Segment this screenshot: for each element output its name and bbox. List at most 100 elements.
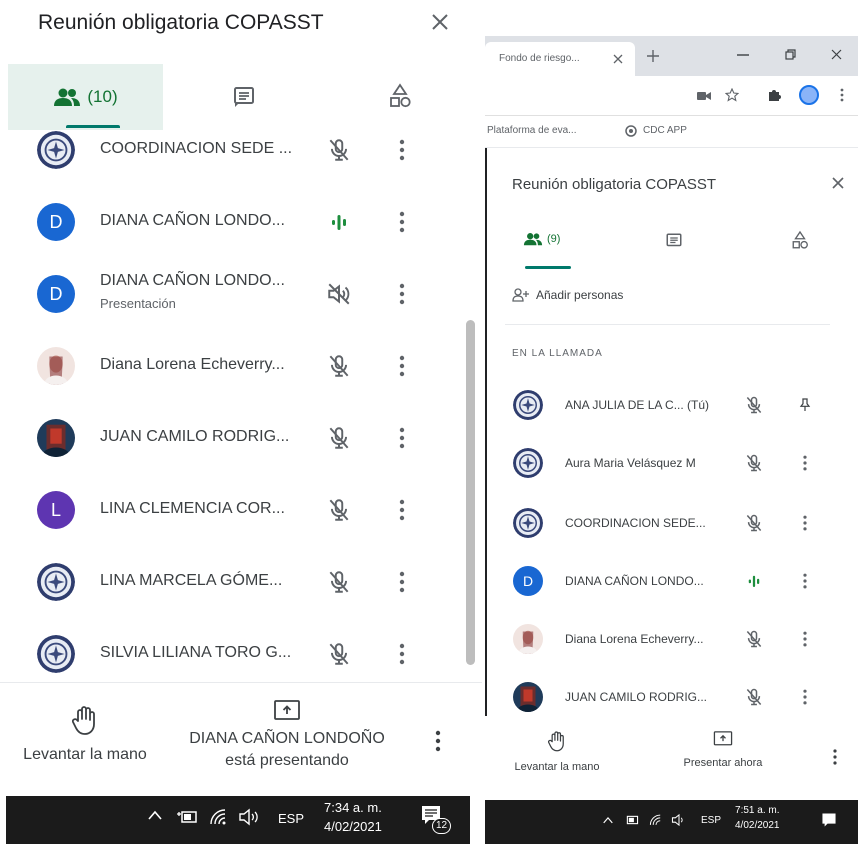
tab-people[interactable]: (10)	[8, 64, 163, 130]
show-hidden-icons[interactable]	[603, 816, 613, 824]
add-people-button[interactable]: Añadir personas	[512, 288, 623, 302]
participant-row[interactable]: COORDINACION SEDE...	[485, 494, 858, 552]
participant-row[interactable]: D DIANA CAÑON LONDO...	[485, 552, 858, 610]
close-button[interactable]	[829, 174, 847, 192]
mic-off-icon	[329, 355, 349, 377]
mic-off-icon	[746, 396, 762, 414]
wifi-icon[interactable]	[209, 808, 229, 826]
close-icon	[432, 14, 448, 30]
battery-icon[interactable]	[176, 809, 198, 825]
participant-audio-status	[325, 640, 353, 668]
participant-more-button[interactable]	[392, 352, 412, 380]
mic-off-icon	[746, 688, 762, 706]
battery-icon[interactable]	[623, 814, 639, 826]
bookmark-item[interactable]: CDC APP	[643, 125, 687, 136]
mic-off-icon	[329, 643, 349, 665]
raise-hand-label: Levantar la mano	[514, 761, 600, 773]
input-language[interactable]: ESP	[701, 815, 721, 826]
more-options-button[interactable]	[827, 746, 843, 768]
volume-icon[interactable]	[671, 813, 687, 827]
clock-time: 7:51 a. m.	[735, 805, 780, 816]
tab-activities[interactable]	[791, 230, 809, 257]
participant-more-button[interactable]	[797, 686, 813, 708]
institution-seal-icon	[37, 635, 75, 673]
raise-hand-icon	[71, 706, 95, 735]
participant-name: Diana Lorena Echeverry...	[565, 632, 704, 646]
participant-row[interactable]: Diana Lorena Echeverry...	[485, 610, 858, 668]
participant-row[interactable]: D DIANA CAÑON LONDO... Presentación	[0, 258, 460, 330]
profile-avatar[interactable]	[799, 85, 819, 105]
restore-icon[interactable]	[785, 49, 796, 60]
present-now-label: Presentar ahora	[683, 757, 763, 769]
raise-hand-button[interactable]: Levantar la mano	[10, 705, 160, 764]
participant-row[interactable]: ANA JULIA DE LA C... (Tú)	[485, 376, 858, 434]
people-count: (9)	[547, 233, 561, 245]
participant-audio-status	[325, 568, 353, 596]
participant-more-button[interactable]	[797, 512, 813, 534]
participant-row[interactable]: JUAN CAMILO RODRIG...	[0, 402, 460, 474]
windows-taskbar: ESP 7:34 a. m. 4/02/2021 12	[6, 796, 470, 844]
institution-seal-icon	[37, 131, 75, 169]
tab-activities[interactable]	[378, 64, 422, 130]
notification-center-button[interactable]: 12	[420, 804, 452, 834]
volume-icon[interactable]	[238, 808, 260, 826]
minimize-icon[interactable]	[737, 54, 749, 56]
participant-row[interactable]: Aura Maria Velásquez M	[485, 434, 858, 492]
left-meet-panel: Reunión obligatoria COPASST (10) COORDIN…	[0, 0, 482, 844]
taskbar-clock[interactable]: 7:34 a. m. 4/02/2021	[324, 800, 382, 834]
participant-row[interactable]: COORDINACION SEDE ...	[0, 130, 460, 186]
notification-center-button[interactable]	[821, 812, 837, 828]
participant-more-button[interactable]	[797, 570, 813, 592]
participant-row[interactable]: D DIANA CAÑON LONDO...	[0, 186, 460, 258]
participant-more-button[interactable]	[392, 640, 412, 668]
participant-more-button[interactable]	[392, 424, 412, 452]
participant-name: LINA CLEMENCIA COR...	[100, 500, 285, 517]
presenting-indicator[interactable]: DIANA CAÑON LONDOÑO está presentando	[172, 699, 402, 772]
participant-more-button[interactable]	[392, 280, 412, 308]
close-button[interactable]	[428, 10, 452, 34]
windows-taskbar: ESP 7:51 a. m. 4/02/2021	[485, 800, 858, 844]
participant-row[interactable]: L LINA CLEMENCIA COR...	[0, 474, 460, 546]
window-close-icon[interactable]	[831, 49, 842, 60]
participant-more-button[interactable]	[797, 628, 813, 650]
tab-chat[interactable]	[222, 64, 266, 130]
browser-tab[interactable]: Fondo de riesgo...	[485, 42, 635, 76]
participant-more-button[interactable]	[797, 452, 813, 474]
show-hidden-icons[interactable]	[148, 810, 162, 820]
new-tab-icon[interactable]	[647, 50, 659, 62]
participant-row[interactable]: LINA MARCELA GÓME...	[0, 546, 460, 618]
scrollbar[interactable]	[466, 320, 475, 665]
section-heading: EN LA LLAMADA	[512, 348, 603, 359]
camera-icon[interactable]	[697, 91, 711, 101]
participant-name: DIANA CAÑON LONDO...	[100, 212, 285, 229]
participant-row[interactable]: SILVIA LILIANA TORO G...	[0, 618, 460, 682]
avatar-letter: D	[522, 573, 534, 589]
participant-more-button[interactable]	[392, 208, 412, 236]
participant-list[interactable]: COORDINACION SEDE ... D DIANA CAÑON LONDO.…	[0, 130, 482, 682]
more-vert-icon	[399, 499, 405, 521]
taskbar-clock[interactable]: 7:51 a. m. 4/02/2021	[735, 805, 780, 831]
pin-participant-button[interactable]	[797, 394, 813, 416]
participant-more-button[interactable]	[392, 568, 412, 596]
participant-more-button[interactable]	[392, 496, 412, 524]
participant-more-button[interactable]	[392, 136, 412, 164]
more-vert-icon	[803, 631, 807, 647]
input-language[interactable]: ESP	[278, 811, 304, 826]
tab-chat[interactable]	[665, 232, 683, 255]
extensions-icon[interactable]	[767, 88, 781, 102]
clock-date: 4/02/2021	[324, 819, 382, 834]
participant-row[interactable]: Diana Lorena Echeverry...	[0, 330, 460, 402]
more-options-button[interactable]	[428, 727, 448, 755]
tab-people[interactable]: (9)	[523, 232, 560, 246]
browser-menu-icon[interactable]	[840, 88, 844, 102]
audio-off-icon	[328, 283, 350, 305]
star-icon[interactable]	[725, 88, 739, 102]
raise-hand-button[interactable]: Levantar la mano	[507, 730, 607, 773]
more-vert-icon	[803, 689, 807, 705]
participant-name: ANA JULIA DE LA C... (Tú)	[565, 398, 710, 412]
bookmark-item[interactable]: Plataforma de eva...	[487, 125, 577, 136]
present-now-button[interactable]: Presentar ahora	[663, 730, 783, 769]
panel-tabs: (10)	[0, 64, 482, 130]
wifi-icon[interactable]	[649, 813, 663, 827]
tab-close-icon[interactable]	[613, 54, 623, 64]
